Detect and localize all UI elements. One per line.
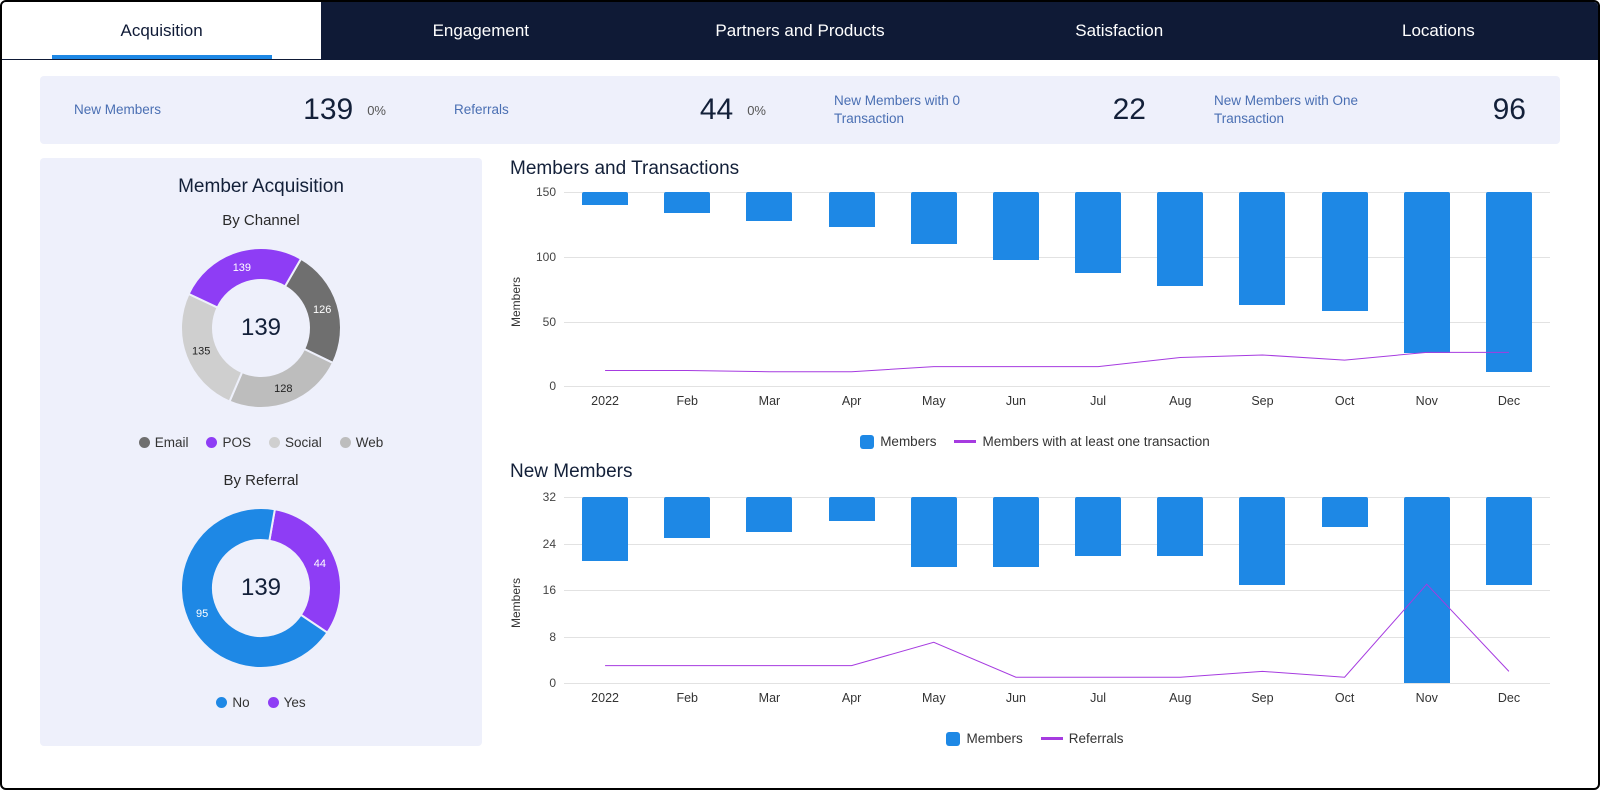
legend-by-referral: No Yes: [50, 695, 472, 710]
legend-label: POS: [222, 435, 251, 450]
donut-by-referral: 44 95 139: [166, 493, 356, 683]
legend-label: Yes: [284, 695, 306, 710]
legend-item-web: Web: [340, 435, 384, 450]
legend-swatch-icon: [269, 437, 280, 448]
chart-plot: Members 0501001502022FebMarAprMayJunJulA…: [520, 182, 1550, 422]
by-referral-title: By Referral: [50, 472, 472, 489]
kpi-new-members: New Members 139 0%: [40, 92, 420, 128]
svg-text:95: 95: [196, 608, 208, 620]
chart-members-transactions: Members and Transactions Members 0501001…: [510, 158, 1560, 449]
tab-partners-products[interactable]: Partners and Products: [640, 2, 959, 59]
kpi-value: 22: [1113, 93, 1146, 127]
legend-label: Members: [966, 731, 1022, 746]
tab-engagement[interactable]: Engagement: [321, 2, 640, 59]
legend-item-email: Email: [139, 435, 189, 450]
panel-title: Member Acquisition: [50, 176, 472, 198]
kpi-label: New Members: [74, 101, 161, 119]
legend-swatch-icon: [268, 697, 279, 708]
legend-label: Members: [880, 434, 936, 449]
kpi-value: 139: [303, 93, 353, 127]
svg-text:135: 135: [192, 346, 210, 358]
kpi-referrals: Referrals 44 0%: [420, 92, 800, 128]
kpi-row: New Members 139 0% Referrals 44 0% New M…: [40, 76, 1560, 144]
legend-item-line: Members with at least one transaction: [954, 434, 1209, 449]
legend-swatch-icon: [946, 732, 960, 746]
kpi-label: New Members with One Transaction: [1214, 92, 1384, 128]
donut-by-channel: 126 128 135 139 139: [166, 233, 356, 423]
right-charts: Members and Transactions Members 0501001…: [510, 158, 1560, 746]
legend-members-transactions: Members Members with at least one transa…: [510, 434, 1560, 449]
kpi-pct: 0%: [747, 103, 766, 118]
svg-text:139: 139: [233, 262, 251, 274]
legend-swatch-icon: [139, 437, 150, 448]
legend-item-pos: POS: [206, 435, 251, 450]
legend-item-members: Members: [946, 731, 1022, 746]
legend-swatch-icon: [216, 697, 227, 708]
legend-label: Email: [155, 435, 189, 450]
kpi-zero-txn: New Members with 0 Transaction 22: [800, 92, 1180, 128]
legend-swatch-icon: [954, 440, 976, 443]
chart-title: Members and Transactions: [510, 158, 1560, 180]
legend-label: Web: [356, 435, 384, 450]
legend-item-no: No: [216, 695, 249, 710]
legend-label: No: [232, 695, 249, 710]
tab-locations[interactable]: Locations: [1279, 2, 1598, 59]
svg-text:44: 44: [314, 558, 326, 570]
legend-swatch-icon: [1041, 737, 1063, 740]
donut-center-value: 139: [241, 314, 281, 342]
donut-center-value: 139: [241, 574, 281, 602]
y-axis-label: Members: [509, 578, 523, 628]
chart-new-members: New Members Members 081624322022FebMarAp…: [510, 461, 1560, 746]
kpi-value: 44: [700, 93, 733, 127]
legend-item-members: Members: [860, 434, 936, 449]
kpi-label: Referrals: [454, 101, 509, 119]
legend-label: Referrals: [1069, 731, 1124, 746]
kpi-pct: 0%: [367, 103, 386, 118]
legend-swatch-icon: [860, 435, 874, 449]
chart-title: New Members: [510, 461, 1560, 483]
svg-text:126: 126: [313, 305, 331, 317]
y-axis-label: Members: [509, 277, 523, 327]
legend-item-yes: Yes: [268, 695, 306, 710]
member-acquisition-panel: Member Acquisition By Channel 1261281351…: [40, 158, 482, 746]
kpi-one-txn: New Members with One Transaction 96: [1180, 92, 1560, 128]
tabs: Acquisition Engagement Partners and Prod…: [2, 2, 1598, 60]
chart-plot: Members 081624322022FebMarAprMayJunJulAu…: [520, 487, 1550, 719]
svg-text:128: 128: [274, 383, 292, 395]
tab-acquisition[interactable]: Acquisition: [2, 2, 321, 59]
legend-swatch-icon: [340, 437, 351, 448]
legend-label: Social: [285, 435, 322, 450]
legend-new-members: Members Referrals: [510, 731, 1560, 746]
kpi-value: 96: [1493, 93, 1526, 127]
main: Member Acquisition By Channel 1261281351…: [2, 144, 1598, 746]
kpi-label: New Members with 0 Transaction: [834, 92, 1004, 128]
legend-by-channel: Email POS Social Web: [50, 435, 472, 450]
legend-item-referrals: Referrals: [1041, 731, 1124, 746]
legend-item-social: Social: [269, 435, 322, 450]
legend-swatch-icon: [206, 437, 217, 448]
by-channel-title: By Channel: [50, 212, 472, 229]
tab-satisfaction[interactable]: Satisfaction: [960, 2, 1279, 59]
legend-label: Members with at least one transaction: [982, 434, 1209, 449]
